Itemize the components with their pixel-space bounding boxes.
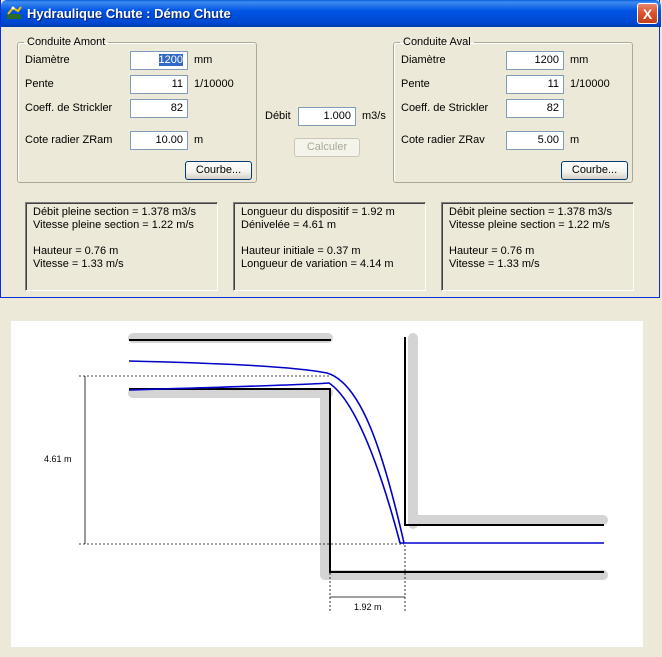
aval-result-line: Hauteur = 0.76 m xyxy=(449,245,535,257)
aval-wall-shadow xyxy=(408,333,418,529)
dispositif-result-line: Longueur de variation = 4.14 m xyxy=(241,258,394,270)
amont-strickler-input[interactable]: 82 xyxy=(130,99,188,118)
amont-pente-label: Pente xyxy=(25,78,54,90)
chute-wall-shadow xyxy=(320,388,330,578)
amont-cote-input[interactable]: 10.00 xyxy=(130,131,188,150)
amont-result-line: Débit pleine section = 1.378 m3/s xyxy=(33,206,196,218)
app-window: Hydraulique Chute : Démo Chute X Conduit… xyxy=(0,0,661,298)
amont-pente-input[interactable]: 11 xyxy=(130,75,188,94)
amont-results-panel: Débit pleine section = 1.378 m3/s Vitess… xyxy=(25,202,218,291)
aval-cote-label: Cote radier ZRav xyxy=(401,134,485,146)
aval-diametre-label: Diamètre xyxy=(401,54,446,66)
amont-diametre-input[interactable]: 1200 xyxy=(130,51,188,70)
amont-cote-label: Cote radier ZRam xyxy=(25,134,113,146)
close-button[interactable]: X xyxy=(637,3,658,24)
aval-pente-input[interactable]: 11 xyxy=(506,75,564,94)
dispositif-result-line: Longueur du dispositif = 1.92 m xyxy=(241,206,395,218)
aval-cote-unit: m xyxy=(570,134,580,146)
aval-legend: Conduite Aval xyxy=(403,36,471,48)
amont-result-line: Vitesse = 1.33 m/s xyxy=(33,258,124,270)
drawing-canvas: 4.61 m 1.92 m xyxy=(11,321,643,647)
debit-input[interactable]: 1.000 xyxy=(298,107,356,126)
aval-result-line: Débit pleine section = 1.378 m3/s xyxy=(449,206,612,218)
amont-pente-unit: 1/10000 xyxy=(194,78,234,90)
amont-strickler-label: Coeff. de Strickler xyxy=(25,102,113,114)
aval-diametre-unit: mm xyxy=(570,54,589,66)
aval-cote-input[interactable]: 5.00 xyxy=(506,131,564,150)
height-label: 4.61 m xyxy=(44,454,72,464)
aval-strickler-input[interactable]: 82 xyxy=(506,99,564,118)
length-label: 1.92 m xyxy=(354,602,382,612)
amont-result-line: Vitesse pleine section = 1.22 m/s xyxy=(33,219,194,231)
aval-top-shadow xyxy=(408,515,608,525)
debit-unit: m3/s xyxy=(362,110,386,122)
amont-diametre-unit: mm xyxy=(194,54,213,66)
title-bar[interactable]: Hydraulique Chute : Démo Chute X xyxy=(1,0,661,27)
close-icon: X xyxy=(642,5,653,22)
calculer-button[interactable]: Calculer xyxy=(294,138,360,157)
aval-diametre-input[interactable]: 1200 xyxy=(506,51,564,70)
aval-results-panel: Débit pleine section = 1.378 m3/s Vitess… xyxy=(441,202,634,291)
aval-strickler-label: Coeff. de Strickler xyxy=(401,102,489,114)
chute-diagram: 4.61 m 1.92 m xyxy=(44,333,608,612)
amont-cote-unit: m xyxy=(194,134,204,146)
debit-label: Débit xyxy=(265,110,291,122)
app-icon xyxy=(7,6,22,19)
amont-legend: Conduite Amont xyxy=(27,36,106,48)
amont-diametre-label: Diamètre xyxy=(25,54,70,66)
amont-top-shadow xyxy=(128,333,333,343)
amont-courbe-button[interactable]: Courbe... xyxy=(185,161,252,180)
window-title: Hydraulique Chute : Démo Chute xyxy=(27,6,231,21)
lower-water-line xyxy=(128,382,401,544)
aval-pente-label: Pente xyxy=(401,78,430,90)
aval-courbe-button[interactable]: Courbe... xyxy=(561,161,628,180)
pipe-lines xyxy=(129,337,604,573)
dispositif-results-panel: Longueur du dispositif = 1.92 m Dénivelé… xyxy=(233,202,426,291)
aval-result-line: Vitesse = 1.33 m/s xyxy=(449,258,540,270)
aval-pente-unit: 1/10000 xyxy=(570,78,610,90)
dispositif-result-line: Hauteur initiale = 0.37 m xyxy=(241,245,361,257)
dispositif-result-line: Dénivelée = 4.61 m xyxy=(241,219,337,231)
aval-result-line: Vitesse pleine section = 1.22 m/s xyxy=(449,219,610,231)
amont-diametre-value: 1200 xyxy=(158,54,183,66)
amont-result-line: Hauteur = 0.76 m xyxy=(33,245,119,257)
